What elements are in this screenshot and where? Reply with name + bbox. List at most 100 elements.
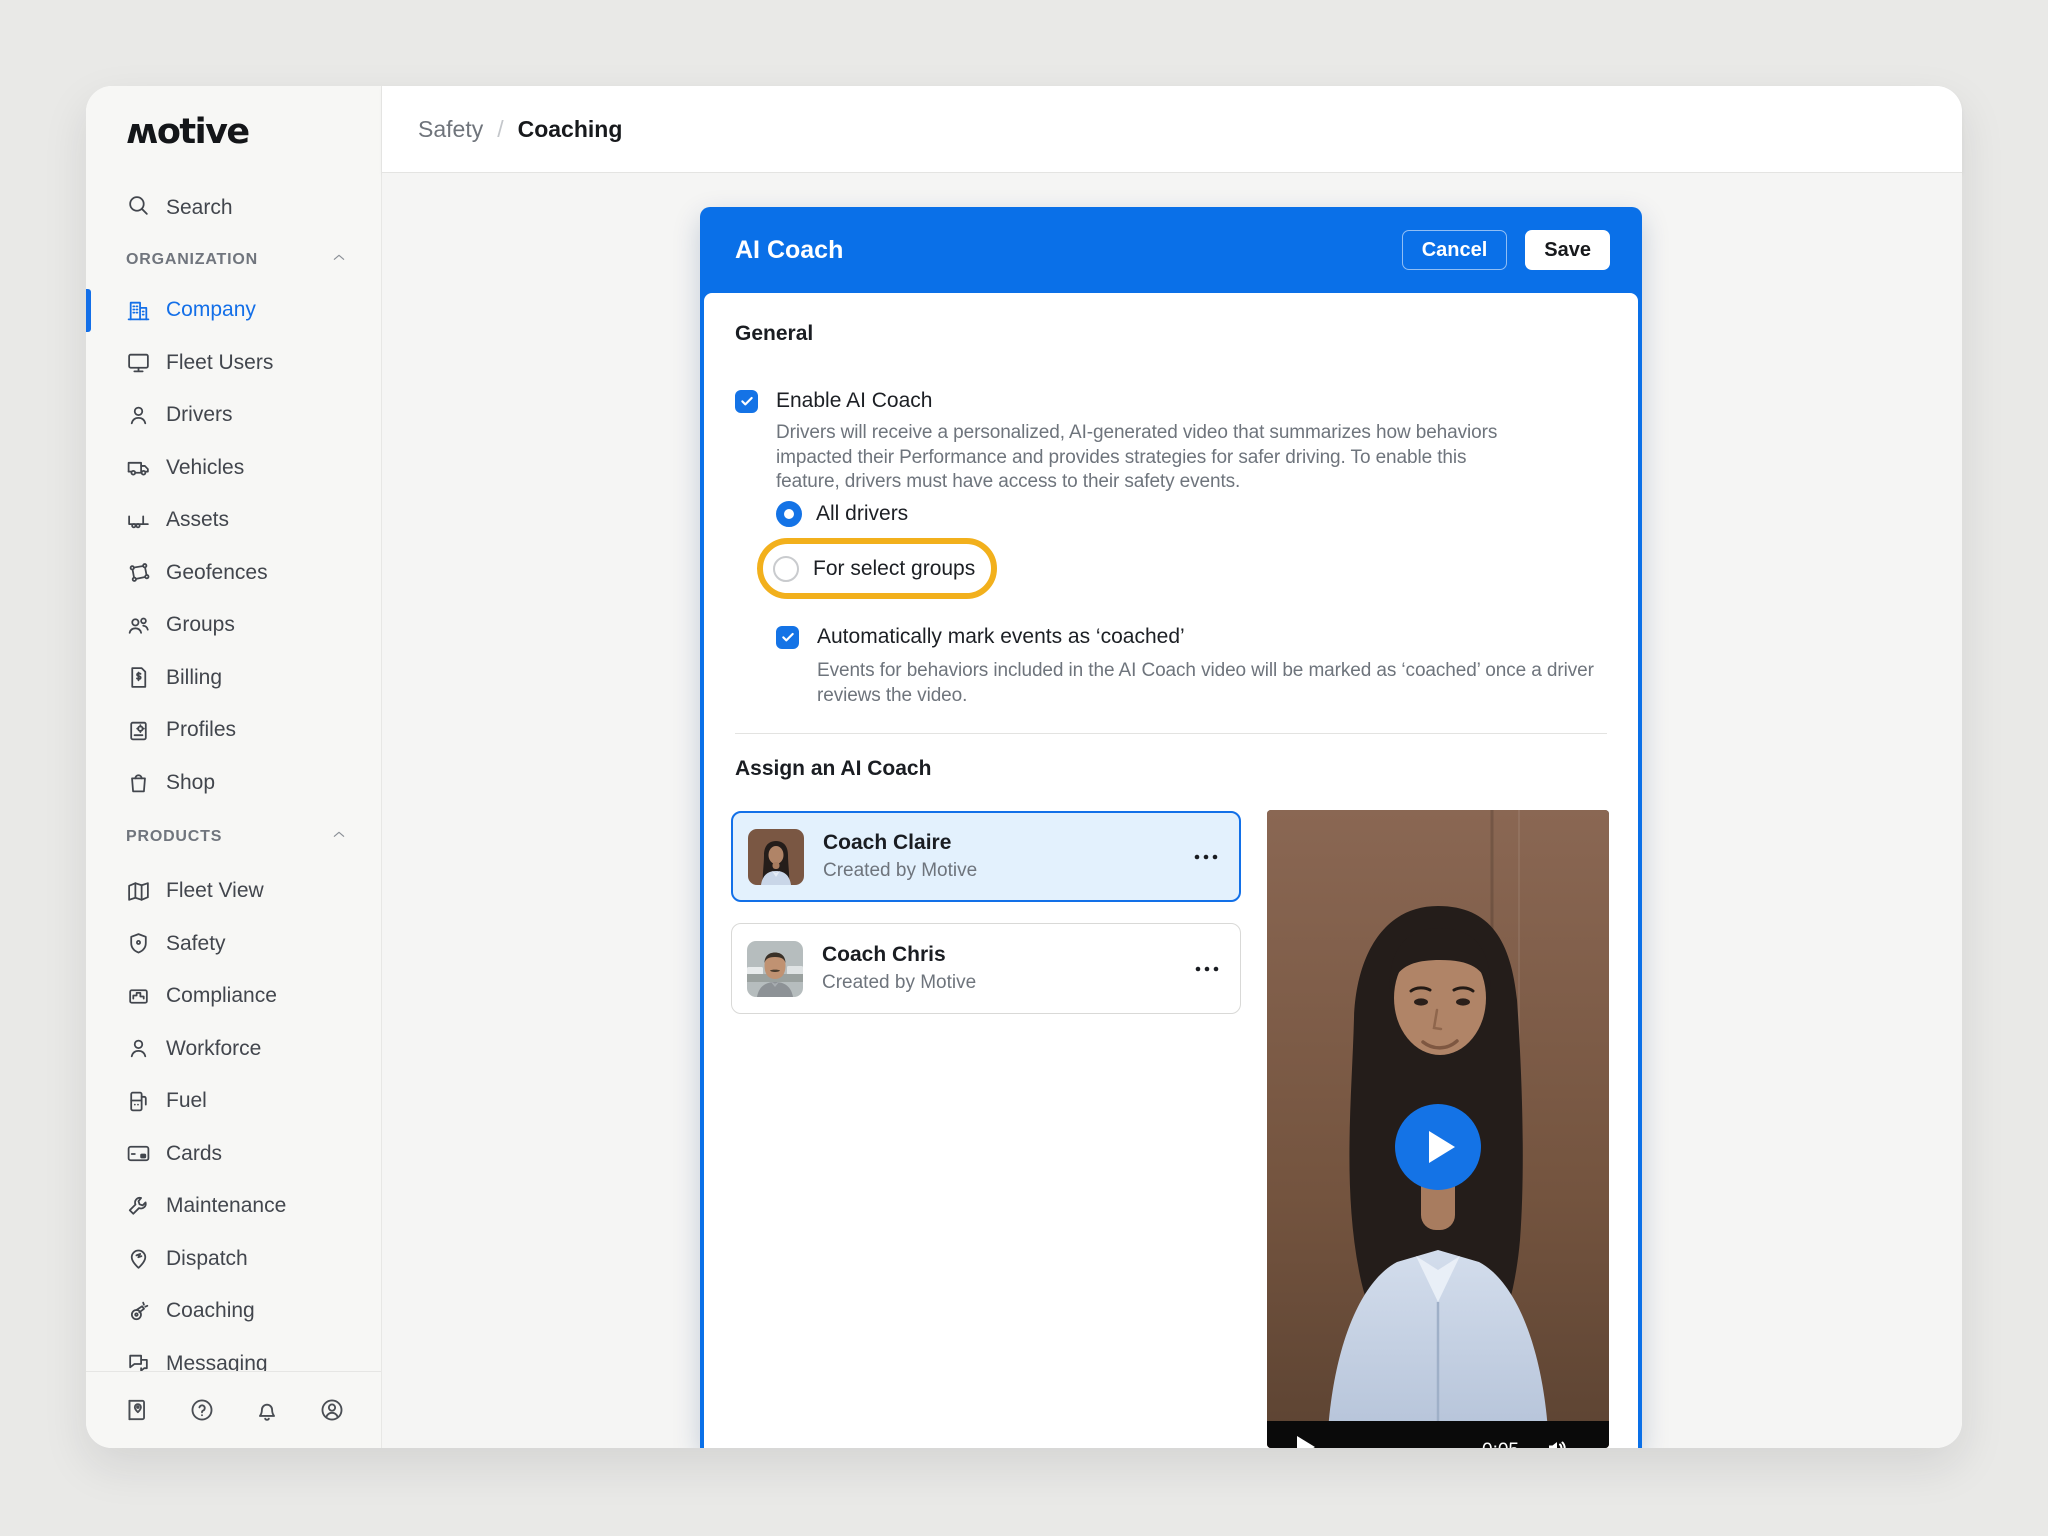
invoice-dollar-icon: [126, 665, 151, 690]
sidebar-item-label: Dispatch: [166, 1247, 248, 1271]
sidebar-item-billing[interactable]: Billing: [86, 652, 381, 705]
app-window: ʍotive Search ORGANIZATION Company: [86, 86, 1962, 1448]
sidebar-item-compliance[interactable]: Compliance: [86, 970, 381, 1023]
sidebar-item-fleet-users[interactable]: Fleet Users: [86, 337, 381, 390]
main-region: AI Coach Cancel Save General Enable AI C…: [382, 173, 1962, 1448]
coach-chris-avatar: [747, 941, 803, 997]
for-select-groups-label: For select groups: [813, 557, 975, 581]
shield-icon: [126, 931, 151, 956]
sidebar-item-label: Safety: [166, 932, 226, 956]
sidebar-item-label: Shop: [166, 771, 215, 795]
sidebar-item-geofences[interactable]: Geofences: [86, 547, 381, 600]
coach-subtitle: Created by Motive: [823, 860, 977, 882]
sidebar-item-fleet-view[interactable]: Fleet View: [86, 865, 381, 918]
enable-ai-coach-description: Drivers will receive a personalized, AI-…: [776, 421, 1521, 495]
coach-name: Coach Chris: [822, 943, 976, 967]
coach-chris-menu-button[interactable]: [1194, 965, 1220, 973]
sidebar-item-coaching[interactable]: Coaching: [86, 1285, 381, 1338]
monitor-icon: [126, 350, 151, 375]
volume-icon[interactable]: [1545, 1436, 1569, 1448]
sidebar-item-label: Assets: [166, 508, 229, 532]
radio-unselected-icon: [773, 556, 799, 582]
account-icon[interactable]: [319, 1397, 345, 1423]
search-icon: [126, 193, 151, 224]
sidebar-item-profiles[interactable]: Profiles: [86, 704, 381, 757]
sidebar-item-label: Fleet Users: [166, 351, 273, 375]
map-icon: [126, 879, 151, 904]
section-divider: [735, 733, 1607, 734]
sidebar-item-label: Billing: [166, 666, 222, 690]
breadcrumb-current: Coaching: [518, 116, 623, 143]
clipboard-gear-icon: [126, 718, 151, 743]
video-controls-bar: 0:05: [1267, 1421, 1609, 1448]
notifications-icon[interactable]: [254, 1397, 280, 1423]
people-icon: [126, 613, 151, 638]
chevron-up-icon: [331, 827, 347, 848]
sidebar-item-label: Compliance: [166, 984, 277, 1008]
person-icon: [126, 1036, 151, 1061]
auto-mark-coached-checkbox[interactable]: Automatically mark events as ‘coached’: [776, 625, 1185, 649]
sidebar-item-label: Vehicles: [166, 456, 244, 480]
sidebar-item-label: Fleet View: [166, 879, 264, 903]
radio-selected-icon: [776, 501, 802, 527]
for-select-groups-radio[interactable]: For select groups: [773, 556, 975, 582]
sidebar-item-drivers[interactable]: Drivers: [86, 389, 381, 442]
sidebar-item-label: Cards: [166, 1142, 222, 1166]
guide-book-icon[interactable]: [124, 1397, 150, 1423]
shopping-bag-icon: [126, 770, 151, 795]
sidebar-item-fuel[interactable]: Fuel: [86, 1075, 381, 1128]
panel-title: AI Coach: [735, 236, 1402, 265]
search-button[interactable]: Search: [86, 186, 381, 230]
enable-ai-coach-checkbox[interactable]: Enable AI Coach: [735, 389, 932, 413]
sidebar-item-label: Company: [166, 298, 256, 322]
sidebar-item-workforce[interactable]: Workforce: [86, 1023, 381, 1076]
coach-card-claire[interactable]: Coach Claire Created by Motive: [731, 811, 1241, 902]
all-drivers-radio[interactable]: All drivers: [776, 501, 908, 527]
search-label: Search: [166, 196, 233, 220]
whistle-icon: [126, 1299, 151, 1324]
sidebar-item-label: Profiles: [166, 718, 236, 742]
auto-mark-coached-label: Automatically mark events as ‘coached’: [817, 625, 1185, 649]
coach-video-preview: 0:05: [1267, 810, 1609, 1448]
video-timestamp: 0:05: [1482, 1440, 1519, 1449]
sidebar-item-safety[interactable]: Safety: [86, 918, 381, 971]
coach-name: Coach Claire: [823, 831, 977, 855]
sidebar-item-company[interactable]: Company: [86, 284, 381, 337]
play-icon: [1429, 1131, 1455, 1163]
sidebar-item-cards[interactable]: Cards: [86, 1128, 381, 1181]
video-play-icon[interactable]: [1297, 1436, 1315, 1448]
sidebar-item-groups[interactable]: Groups: [86, 599, 381, 652]
sidebar-footer: [86, 1371, 382, 1448]
play-button[interactable]: [1395, 1104, 1481, 1190]
sidebar-item-shop[interactable]: Shop: [86, 757, 381, 810]
cancel-button[interactable]: Cancel: [1402, 230, 1508, 270]
sidebar-item-assets[interactable]: Assets: [86, 494, 381, 547]
enable-ai-coach-label: Enable AI Coach: [776, 389, 932, 413]
content-area: Safety / Coaching AI Coach Cancel Save G…: [382, 86, 1962, 1448]
sidebar-item-label: Fuel: [166, 1089, 207, 1113]
truck-icon: [126, 455, 151, 480]
credit-card-icon: [126, 1141, 151, 1166]
section-products[interactable]: PRODUCTS: [86, 809, 381, 865]
checkbox-checked-icon: [735, 390, 758, 413]
trailer-icon: [126, 508, 151, 533]
save-button[interactable]: Save: [1525, 230, 1610, 270]
highlight-ring: For select groups: [757, 538, 997, 599]
wrench-icon: [126, 1194, 151, 1219]
person-icon: [126, 403, 151, 428]
coach-claire-menu-button[interactable]: [1193, 853, 1219, 861]
general-heading: General: [735, 322, 813, 346]
sidebar-item-vehicles[interactable]: Vehicles: [86, 442, 381, 495]
panel-body: General Enable AI Coach Drivers will rec…: [704, 293, 1638, 1448]
chart-doc-icon: [126, 984, 151, 1009]
sidebar-item-dispatch[interactable]: Dispatch: [86, 1233, 381, 1286]
coach-subtitle: Created by Motive: [822, 972, 976, 994]
help-icon[interactable]: [189, 1397, 215, 1423]
building-icon: [126, 298, 151, 323]
sidebar-item-maintenance[interactable]: Maintenance: [86, 1180, 381, 1233]
breadcrumb-parent[interactable]: Safety: [418, 116, 483, 143]
coach-claire-avatar: [748, 829, 804, 885]
coach-card-chris[interactable]: Coach Chris Created by Motive: [731, 923, 1241, 1014]
location-pin-icon: [126, 1246, 151, 1271]
section-organization[interactable]: ORGANIZATION: [86, 236, 381, 284]
